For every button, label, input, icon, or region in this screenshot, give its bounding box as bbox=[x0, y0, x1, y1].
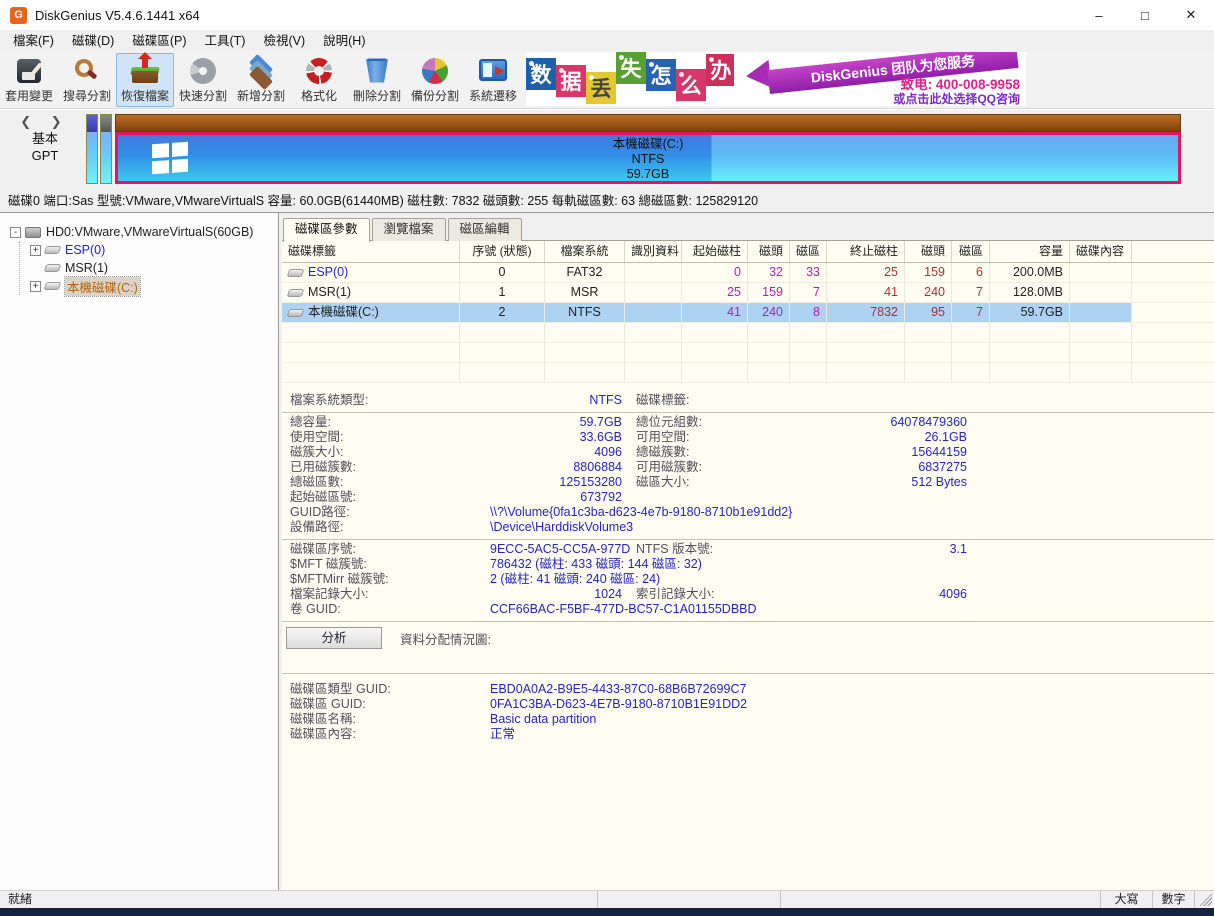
ad-tile: 丢 bbox=[586, 72, 616, 104]
partition-bar-name: 本機磁碟(C:) bbox=[118, 137, 1178, 152]
window-controls: – □ ✕ bbox=[1076, 0, 1214, 30]
resize-grip[interactable] bbox=[1194, 891, 1214, 908]
new-partition-icon bbox=[247, 57, 275, 85]
menu-disk[interactable]: 磁碟(D) bbox=[63, 30, 123, 52]
apply-changes-button[interactable]: 套用變更 bbox=[0, 53, 58, 107]
ad-tile: 据 bbox=[556, 65, 586, 97]
ad-phone-number: 致电: 400-008-9958 bbox=[893, 78, 1020, 92]
search-partition-button[interactable]: 搜尋分割 bbox=[58, 53, 116, 107]
app-icon: G bbox=[10, 7, 27, 24]
analyze-button[interactable]: 分析 bbox=[286, 627, 382, 649]
expand-icon[interactable]: + bbox=[30, 281, 41, 292]
menu-view[interactable]: 檢視(V) bbox=[254, 30, 314, 52]
backup-partition-button[interactable]: 備份分割 bbox=[406, 53, 464, 107]
tree-node-c-drive[interactable]: + 本機磁碟(C:) bbox=[30, 277, 278, 295]
status-ready-text: 就緒 bbox=[0, 891, 597, 908]
status-num-indicator: 數字 bbox=[1152, 891, 1194, 908]
partition-icon bbox=[44, 264, 62, 272]
main-area: - HD0:VMware,VMwareVirtualS(60GB) + ESP(… bbox=[0, 213, 1214, 890]
tree-node-msr[interactable]: MSR(1) bbox=[30, 259, 278, 277]
disk-tree-panel: - HD0:VMware,VMwareVirtualS(60GB) + ESP(… bbox=[0, 213, 279, 890]
support-ad-banner[interactable]: DiskGenius 团队为您服务 致电: 400-008-9958 或点击此处… bbox=[734, 52, 1026, 106]
ad-tile: 办 bbox=[706, 54, 734, 86]
quick-partition-icon bbox=[189, 57, 217, 85]
msr-partition-bar[interactable] bbox=[100, 114, 112, 184]
tab-browse-files[interactable]: 瀏覽檔案 bbox=[372, 218, 446, 241]
table-row-esp[interactable]: ESP(0) 0 FAT32 0 32 33 25 159 6 200.0MB bbox=[282, 263, 1214, 283]
disk-type-gpt: GPT bbox=[16, 147, 74, 164]
partition-table-header: 磁碟標籤 序號 (狀態) 檔案系統 識別資料 起始磁柱 磁頭 磁區 終止磁柱 磁… bbox=[282, 241, 1214, 263]
recover-files-button[interactable]: 恢復檔案 bbox=[116, 53, 174, 107]
ad-tile: 么 bbox=[676, 69, 706, 101]
system-migration-button[interactable]: 系統遷移 bbox=[464, 53, 522, 107]
partition-icon bbox=[44, 246, 62, 254]
apply-changes-icon bbox=[15, 57, 43, 85]
menu-bar: 檔案(F) 磁碟(D) 磁碟區(P) 工具(T) 檢視(V) 說明(H) bbox=[0, 30, 1214, 52]
status-bar: 就緒 大寫 數字 bbox=[0, 890, 1214, 908]
diskgenius-window: { "window": { "title": "DiskGenius V5.4.… bbox=[0, 0, 1214, 916]
esp-partition-bar[interactable] bbox=[86, 114, 98, 184]
partition-bar-fs: NTFS bbox=[118, 152, 1178, 167]
partition-icon bbox=[287, 269, 305, 277]
hdd-icon bbox=[25, 227, 41, 238]
c-drive-partition-bar[interactable]: 本機磁碟(C:) NTFS 59.7GB bbox=[115, 114, 1181, 184]
ad-tile: 怎 bbox=[646, 59, 676, 91]
menu-help[interactable]: 說明(H) bbox=[314, 30, 374, 52]
table-row-empty bbox=[282, 363, 1214, 383]
minimize-button[interactable]: – bbox=[1076, 0, 1122, 30]
detail-panel: 磁碟區參數 瀏覽檔案 磁區編輯 磁碟標籤 序號 (狀態) 檔案系統 識別資料 起… bbox=[279, 213, 1214, 890]
table-row-empty bbox=[282, 343, 1214, 363]
table-row-msr[interactable]: MSR(1) 1 MSR 25 159 7 41 240 7 128.0MB bbox=[282, 283, 1214, 303]
toolbar: 套用變更 搜尋分割 恢復檔案 快速分割 新增分割 格式化 刪除分割 備份分割 系… bbox=[0, 52, 1214, 109]
backup-partition-icon bbox=[421, 57, 449, 85]
partition-table: 磁碟標籤 序號 (狀態) 檔案系統 識別資料 起始磁柱 磁頭 磁區 終止磁柱 磁… bbox=[282, 241, 1214, 383]
window-title: DiskGenius V5.4.6.1441 x64 bbox=[35, 8, 200, 23]
partition-type-cap bbox=[115, 114, 1181, 132]
window-bottom-edge bbox=[0, 908, 1214, 916]
partition-details: 檔案系統類型: NTFS 磁碟標籤: 總容量:59.7GB 總位元組數:6407… bbox=[282, 391, 1214, 746]
menu-tools[interactable]: 工具(T) bbox=[196, 30, 255, 52]
disk-info-line: 磁碟0 端口:Sas 型號:VMware,VMwareVirtualS 容量: … bbox=[0, 190, 1214, 213]
system-migration-icon bbox=[479, 57, 507, 85]
collapse-icon[interactable]: - bbox=[10, 227, 21, 238]
status-caps-indicator: 大寫 bbox=[1100, 891, 1152, 908]
disk-map-panel: ❮ ❯ 基本 GPT 本機磁碟(C:) NTFS 59.7GB bbox=[0, 110, 1214, 190]
menu-partition[interactable]: 磁碟區(P) bbox=[123, 30, 195, 52]
status-pane bbox=[780, 891, 1100, 908]
partition-parameters-page: 磁碟標籤 序號 (狀態) 檔案系統 識別資料 起始磁柱 磁頭 磁區 終止磁柱 磁… bbox=[282, 240, 1214, 890]
partition-icon bbox=[287, 309, 305, 317]
table-row-empty bbox=[282, 323, 1214, 343]
partition-icon bbox=[44, 282, 62, 290]
allocation-map-label: 資料分配情況圖: bbox=[400, 629, 491, 648]
delete-partition-button[interactable]: 刪除分割 bbox=[348, 53, 406, 107]
tab-bar: 磁碟區參數 瀏覽檔案 磁區編輯 bbox=[283, 218, 522, 242]
close-button[interactable]: ✕ bbox=[1168, 0, 1214, 30]
ad-qq-link[interactable]: 或点击此处选择QQ咨询 bbox=[893, 92, 1020, 106]
status-pane bbox=[597, 891, 780, 908]
title-bar: G DiskGenius V5.4.6.1441 x64 – □ ✕ bbox=[0, 0, 1214, 30]
maximize-button[interactable]: □ bbox=[1122, 0, 1168, 30]
recover-files-icon bbox=[131, 57, 159, 85]
tree-node-esp[interactable]: + ESP(0) bbox=[30, 241, 278, 259]
table-row-c-drive[interactable]: 本機磁碟(C:) 2 NTFS 41 240 8 7832 95 7 59.7G… bbox=[282, 303, 1214, 323]
data-loss-ad-banner[interactable]: 数 据 丢 失 怎 么 办 ! bbox=[526, 52, 734, 106]
allocation-map-section: 分析 資料分配情況圖: bbox=[282, 622, 1214, 674]
ad-tile: 数 bbox=[526, 58, 556, 90]
expand-icon[interactable]: + bbox=[30, 245, 41, 256]
disk-nav-arrows-icon[interactable]: ❮ ❯ bbox=[16, 114, 74, 130]
delete-partition-icon bbox=[363, 57, 391, 85]
disk-type-basic: 基本 bbox=[16, 130, 74, 147]
ad-tile: 失 bbox=[616, 52, 646, 84]
partition-icon bbox=[287, 289, 305, 297]
format-button[interactable]: 格式化 bbox=[290, 53, 348, 107]
new-partition-button[interactable]: 新增分割 bbox=[232, 53, 290, 107]
tab-sector-edit[interactable]: 磁區編輯 bbox=[448, 218, 522, 241]
tree-node-disk[interactable]: - HD0:VMware,VMwareVirtualS(60GB) bbox=[10, 223, 278, 241]
quick-partition-button[interactable]: 快速分割 bbox=[174, 53, 232, 107]
format-icon bbox=[305, 57, 333, 85]
partition-bar-size: 59.7GB bbox=[118, 167, 1178, 182]
menu-file[interactable]: 檔案(F) bbox=[4, 30, 63, 52]
search-partition-icon bbox=[73, 57, 101, 85]
tab-partition-parameters[interactable]: 磁碟區參數 bbox=[283, 218, 370, 242]
